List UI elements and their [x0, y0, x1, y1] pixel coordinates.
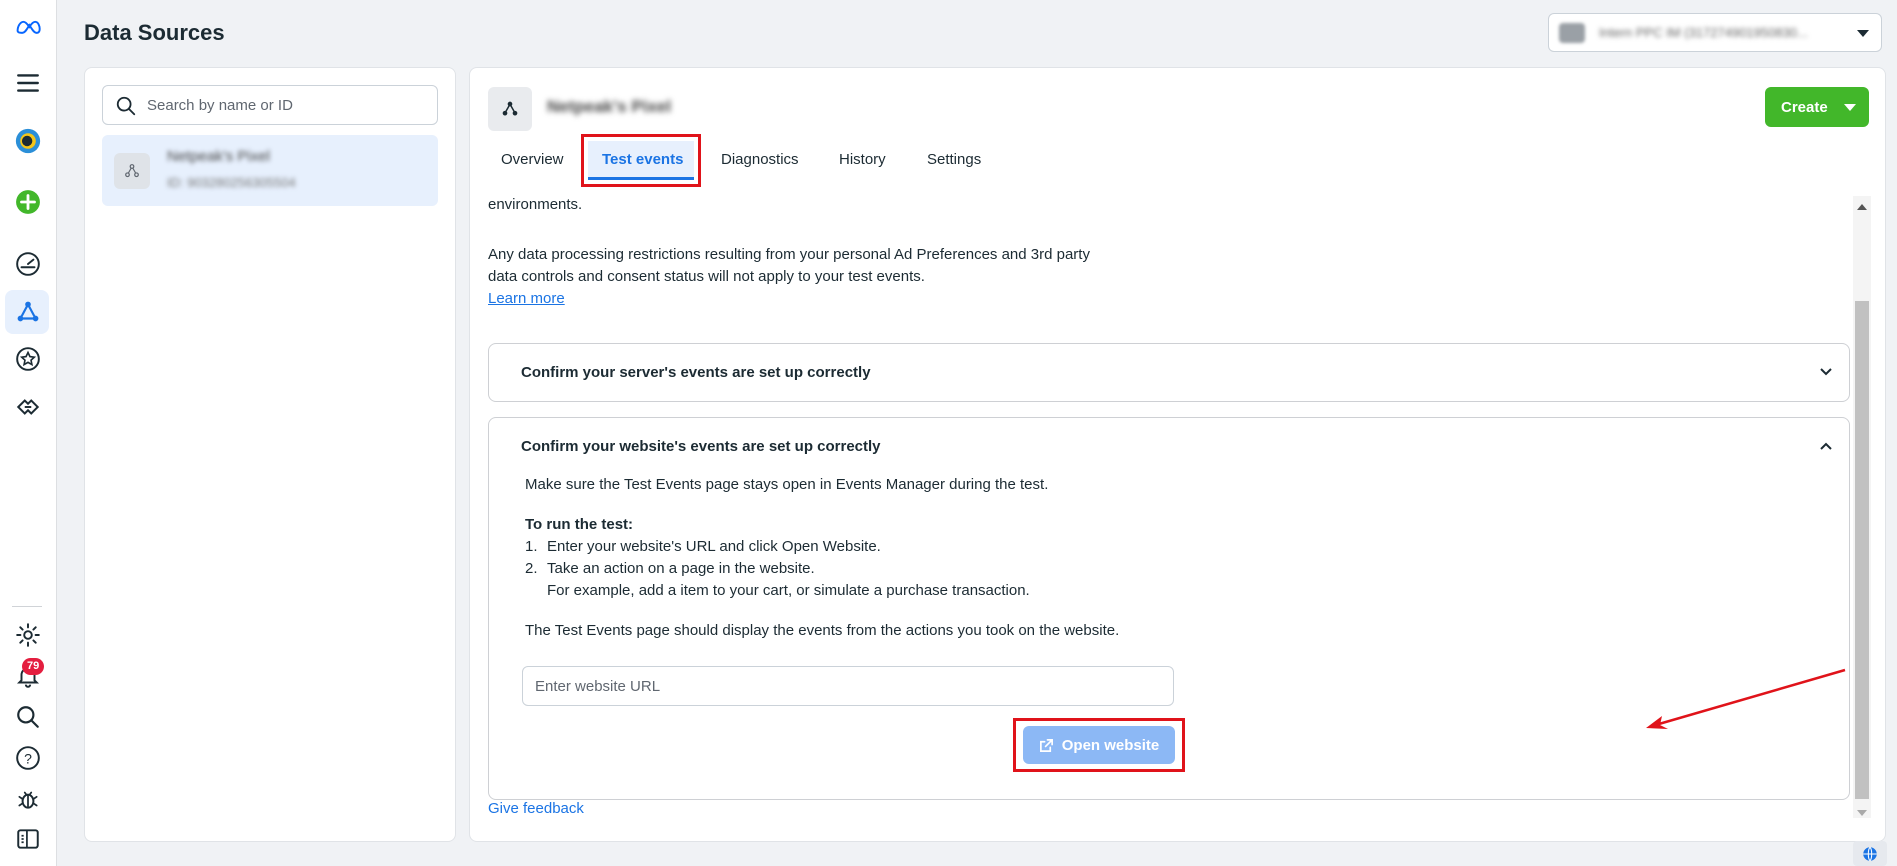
website-url-input[interactable] — [522, 666, 1174, 706]
caret-down-icon — [1844, 104, 1856, 111]
tab-overview[interactable]: Overview — [501, 151, 564, 168]
learn-more-link[interactable]: Learn more — [488, 290, 565, 307]
settings-gear-icon[interactable] — [13, 620, 43, 650]
tab-settings[interactable]: Settings — [927, 151, 981, 168]
keep-page-open-note: Make sure the Test Events page stays ope… — [525, 476, 1049, 493]
open-website-highlight-frame — [1013, 718, 1185, 772]
restrictions-text-line-2: data controls and consent status will no… — [488, 268, 925, 285]
give-feedback-link[interactable]: Give feedback — [488, 800, 584, 817]
custom-conversions-star-icon[interactable] — [13, 344, 43, 374]
svg-text:?: ? — [24, 750, 32, 766]
run-test-heading: To run the test: — [525, 516, 634, 533]
scroll-down-arrow-icon[interactable] — [1857, 810, 1867, 816]
chevron-down-icon — [1820, 368, 1832, 376]
dashboard-gauge-icon[interactable] — [13, 249, 43, 279]
intro-text-tail: environments. — [488, 196, 583, 213]
server-events-title: Confirm your server's events are set up … — [521, 364, 871, 381]
help-icon[interactable]: ? — [13, 743, 43, 773]
data-source-id: ID: 903280256305504 — [167, 175, 296, 190]
language-globe-button[interactable] — [1853, 841, 1887, 866]
step-1-number: 1. — [525, 538, 538, 555]
menu-icon[interactable] — [13, 68, 43, 98]
notification-count-badge: 79 — [22, 658, 45, 675]
restrictions-text-line-1: Any data processing restrictions resulti… — [488, 246, 1090, 263]
step-2-example: For example, add a item to your cart, or… — [547, 582, 1030, 599]
page-title: Data Sources — [84, 20, 225, 45]
search-field[interactable] — [102, 85, 438, 125]
left-nav-rail: 79 ? — [0, 0, 57, 866]
pixel-name: Netpeak's Pixel — [547, 97, 672, 116]
chevron-up-icon[interactable] — [1819, 439, 1833, 453]
test-events-display-note: The Test Events page should display the … — [525, 622, 1120, 639]
server-events-accordion[interactable]: Confirm your server's events are set up … — [488, 343, 1850, 402]
search-icon — [116, 96, 136, 116]
account-label: Intern PPC IM (317274901950830... — [1599, 25, 1808, 40]
add-icon[interactable] — [13, 187, 43, 217]
step-2-number: 2. — [525, 560, 538, 577]
annotation-arrow — [1646, 668, 1846, 729]
pixel-detail-panel: Netpeak's Pixel Create Overview Test eve… — [469, 67, 1886, 842]
search-input[interactable] — [147, 94, 427, 116]
scroll-up-arrow-icon[interactable] — [1857, 204, 1867, 210]
partner-integrations-icon[interactable] — [13, 392, 43, 422]
data-source-list-item[interactable]: Netpeak's Pixel ID: 903280256305504 — [102, 135, 438, 206]
globe-icon — [1863, 846, 1877, 861]
website-events-title[interactable]: Confirm your website's events are set up… — [521, 438, 881, 455]
create-button[interactable]: Create — [1765, 87, 1869, 127]
create-button-label: Create — [1781, 98, 1828, 116]
rail-divider — [12, 606, 42, 607]
pixel-icon — [488, 87, 532, 131]
tab-highlight-frame — [581, 134, 701, 187]
pixel-icon — [114, 153, 150, 189]
step-2-text: Take an action on a page in the website. — [547, 560, 815, 577]
step-1-text: Enter your website's URL and click Open … — [547, 538, 881, 555]
account-avatar-icon[interactable] — [13, 126, 43, 156]
meta-logo-icon[interactable] — [13, 12, 43, 42]
bug-report-icon[interactable] — [13, 784, 43, 814]
tab-history[interactable]: History — [839, 151, 886, 168]
scrollbar-thumb[interactable] — [1855, 301, 1869, 799]
data-source-name: Netpeak's Pixel — [167, 148, 270, 165]
tab-diagnostics[interactable]: Diagnostics — [721, 151, 799, 168]
account-thumbnail — [1559, 23, 1585, 43]
data-sources-icon[interactable] — [13, 297, 43, 327]
ad-account-selector[interactable]: Intern PPC IM (317274901950830... — [1548, 13, 1882, 52]
caret-down-icon — [1857, 30, 1869, 37]
toggle-sidebar-icon[interactable] — [13, 824, 43, 854]
search-icon[interactable] — [13, 702, 43, 732]
data-sources-list-panel: Netpeak's Pixel ID: 903280256305504 — [84, 67, 456, 842]
